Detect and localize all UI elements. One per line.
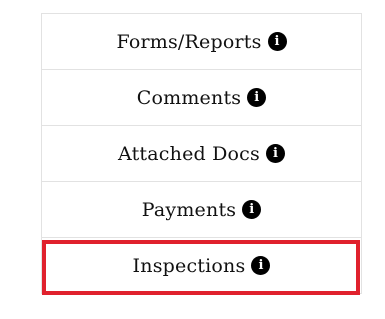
menu-item-comments[interactable]: Comments i [42, 70, 361, 126]
menu-item-attached-docs[interactable]: Attached Docs i [42, 126, 361, 182]
info-icon[interactable]: i [242, 200, 262, 219]
info-icon[interactable]: i [251, 256, 271, 275]
menu-item-label: Comments [136, 86, 242, 109]
menu-item-payments[interactable]: Payments i [42, 182, 361, 238]
info-icon[interactable]: i [247, 88, 267, 107]
menu-item-label: Attached Docs [118, 142, 260, 165]
menu-item-label: Payments [141, 198, 237, 221]
menu-item-inspections[interactable]: Inspections i [42, 238, 361, 294]
side-menu: Forms/Reports i Comments i Attached Docs… [41, 13, 362, 294]
menu-item-forms-reports[interactable]: Forms/Reports i [42, 14, 361, 70]
menu-item-label: Forms/Reports [116, 30, 262, 53]
info-icon[interactable]: i [267, 32, 287, 51]
info-icon[interactable]: i [265, 144, 285, 163]
menu-item-label: Inspections [132, 254, 246, 277]
